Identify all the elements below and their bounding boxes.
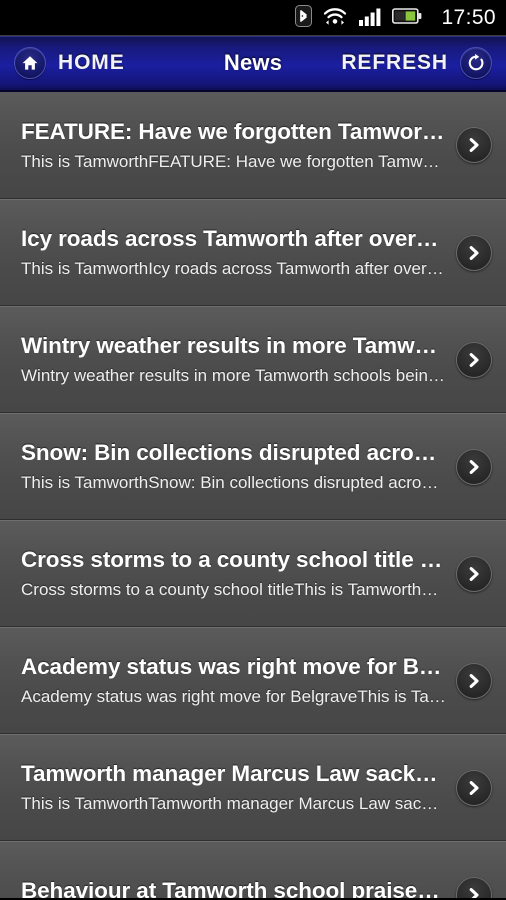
chevron-right-icon[interactable] bbox=[456, 341, 492, 378]
home-icon[interactable] bbox=[14, 47, 46, 79]
list-item[interactable]: Cross storms to a county school title - … bbox=[0, 520, 506, 627]
list-item-text: Wintry weather results in more Tamworth … bbox=[21, 332, 456, 387]
status-bar: 17:50 bbox=[0, 0, 506, 36]
list-item-title: Snow: Bin collections disrupted across T… bbox=[21, 440, 446, 466]
cellular-signal-icon bbox=[358, 5, 382, 32]
refresh-button[interactable]: REFRESH bbox=[341, 47, 506, 79]
chevron-right-icon[interactable] bbox=[456, 127, 492, 163]
chevron-right-icon[interactable] bbox=[456, 555, 492, 592]
action-bar: HOME News REFRESH bbox=[0, 36, 506, 92]
list-item-snippet: This is TamworthSnow: Bin collections di… bbox=[21, 473, 446, 493]
list-item-title: Wintry weather results in more Tamworth … bbox=[21, 333, 446, 359]
chevron-right-icon[interactable] bbox=[456, 448, 492, 485]
list-item-snippet: This is TamworthIcy roads across Tamwort… bbox=[21, 259, 446, 279]
list-item[interactable]: Wintry weather results in more Tamworth … bbox=[0, 306, 506, 413]
battery-icon bbox=[392, 7, 422, 30]
list-item[interactable]: FEATURE: Have we forgotten Tamworth C… T… bbox=[0, 92, 506, 199]
list-item[interactable]: Snow: Bin collections disrupted across T… bbox=[0, 413, 506, 520]
chevron-right-icon[interactable] bbox=[456, 662, 492, 699]
list-item-snippet: Wintry weather results in more Tamworth … bbox=[21, 366, 446, 386]
list-item-snippet: This is TamworthTamworth manager Marcus … bbox=[21, 794, 446, 814]
list-item-text: Tamworth manager Marcus Law sacked - … T… bbox=[21, 760, 456, 815]
bluetooth-icon bbox=[295, 4, 313, 32]
list-item[interactable]: Behaviour at Tamworth school praised - T… bbox=[0, 841, 506, 898]
status-clock: 17:50 bbox=[441, 6, 496, 29]
refresh-button-label: REFRESH bbox=[341, 51, 448, 74]
chevron-right-icon[interactable] bbox=[456, 876, 492, 898]
list-item[interactable]: Tamworth manager Marcus Law sacked - … T… bbox=[0, 734, 506, 841]
list-item-title: Behaviour at Tamworth school praised - T… bbox=[21, 878, 446, 898]
list-item-text: Icy roads across Tamworth after overnigh… bbox=[21, 225, 456, 280]
app-root: 17:50 HOME News REFRESH FEATURE: Have we… bbox=[0, 0, 506, 900]
refresh-icon[interactable] bbox=[460, 47, 492, 79]
chevron-right-icon[interactable] bbox=[456, 769, 492, 806]
wifi-icon bbox=[322, 5, 348, 32]
news-list[interactable]: FEATURE: Have we forgotten Tamworth C… T… bbox=[0, 92, 506, 898]
status-icons: 17:50 bbox=[295, 4, 496, 32]
list-item-title: Academy status was right move for Belgra… bbox=[21, 654, 446, 680]
list-item-text: Academy status was right move for Belgra… bbox=[21, 653, 456, 708]
list-item-text: Behaviour at Tamworth school praised - T… bbox=[21, 877, 456, 898]
home-button[interactable]: HOME bbox=[0, 47, 125, 79]
home-button-label: HOME bbox=[58, 51, 125, 74]
list-item-title: Cross storms to a county school title - … bbox=[21, 547, 446, 573]
list-item-text: FEATURE: Have we forgotten Tamworth C… T… bbox=[21, 118, 456, 173]
list-item-title: FEATURE: Have we forgotten Tamworth C… bbox=[21, 118, 446, 144]
list-item-text: Snow: Bin collections disrupted across T… bbox=[21, 439, 456, 494]
chevron-right-icon[interactable] bbox=[456, 234, 492, 271]
list-item-title: Tamworth manager Marcus Law sacked - … bbox=[21, 761, 446, 787]
list-item[interactable]: Icy roads across Tamworth after overnigh… bbox=[0, 199, 506, 306]
list-item-snippet: This is TamworthFEATURE: Have we forgott… bbox=[21, 151, 446, 171]
list-item-snippet: Cross storms to a county school titleThi… bbox=[21, 580, 446, 600]
list-item[interactable]: Academy status was right move for Belgra… bbox=[0, 627, 506, 734]
list-item-text: Cross storms to a county school title - … bbox=[21, 546, 456, 601]
list-item-snippet: Academy status was right move for Belgra… bbox=[21, 687, 446, 707]
list-item-title: Icy roads across Tamworth after overnigh… bbox=[21, 226, 446, 252]
